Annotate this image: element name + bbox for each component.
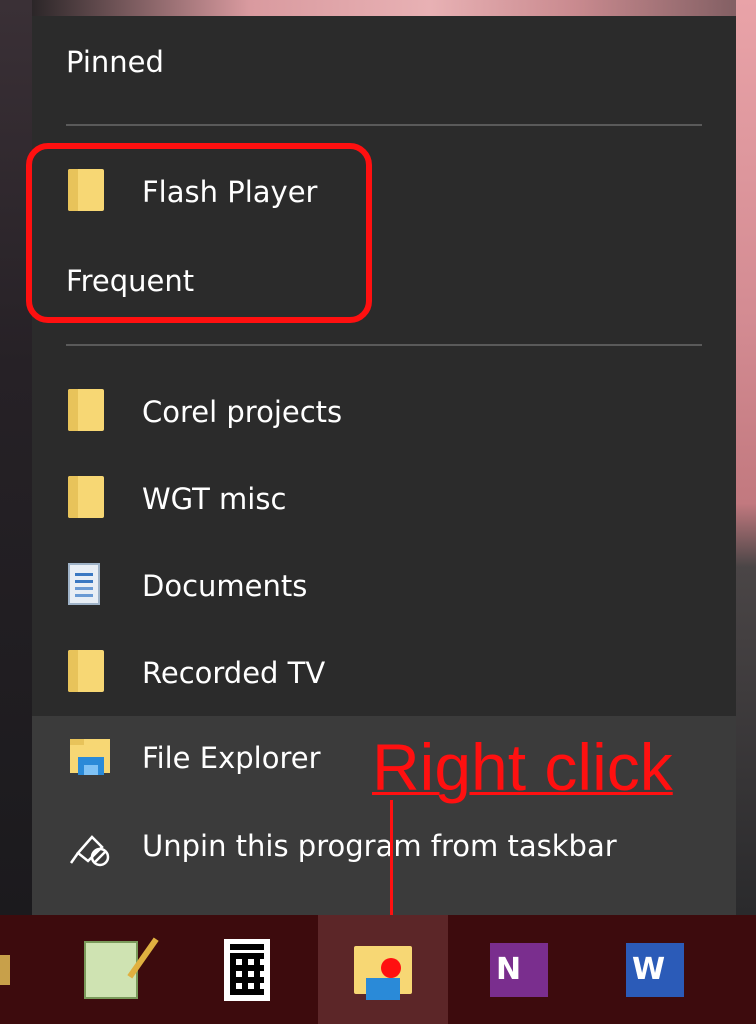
jumplist-item-label: Documents (142, 569, 308, 603)
jumplist-item-label: File Explorer (142, 741, 321, 775)
folder-icon (68, 650, 108, 696)
jumplist-item-unpin[interactable]: Unpin this program from taskbar (32, 804, 736, 888)
taskbar-app-word[interactable]: W (590, 915, 720, 1024)
taskbar: N W (0, 915, 756, 1024)
separator (66, 344, 702, 346)
jumplist-item-wgt-misc[interactable]: WGT misc (32, 457, 736, 541)
folder-icon (68, 389, 108, 435)
jumplist-item-label: Unpin this program from taskbar (142, 829, 617, 863)
jumplist-item-label: Recorded TV (142, 656, 326, 690)
word-icon: W (626, 942, 684, 997)
folder-icon (68, 476, 108, 522)
desktop-background-top (32, 0, 756, 16)
pinned-heading: Pinned (66, 45, 164, 79)
right-click-annotation: Right click (372, 730, 673, 804)
taskbar-app-onenote[interactable]: N (454, 915, 584, 1024)
unpin-icon (68, 823, 110, 869)
separator (66, 124, 702, 126)
documents-icon (68, 563, 108, 609)
jumplist-item-documents[interactable]: Documents (32, 544, 736, 628)
annotation-pointer-dot (381, 958, 401, 978)
file-explorer-icon (68, 735, 110, 781)
desktop-background-right (736, 0, 756, 915)
jumplist-item-label: Corel projects (142, 395, 343, 429)
taskbar-app-notepad[interactable] (46, 915, 176, 1024)
desktop-background-left (0, 0, 32, 915)
notepad-icon (84, 940, 138, 999)
jumplist-item-recorded-tv[interactable]: Recorded TV (32, 631, 736, 715)
jumplist-item-corel-projects[interactable]: Corel projects (32, 370, 736, 454)
onenote-icon: N (490, 942, 548, 997)
partial-app-icon (0, 955, 10, 985)
taskbar-app-calculator[interactable] (182, 915, 312, 1024)
jumplist-item-label: WGT misc (142, 482, 287, 516)
calculator-icon (224, 938, 270, 1001)
highlight-annotation-box (26, 143, 372, 323)
